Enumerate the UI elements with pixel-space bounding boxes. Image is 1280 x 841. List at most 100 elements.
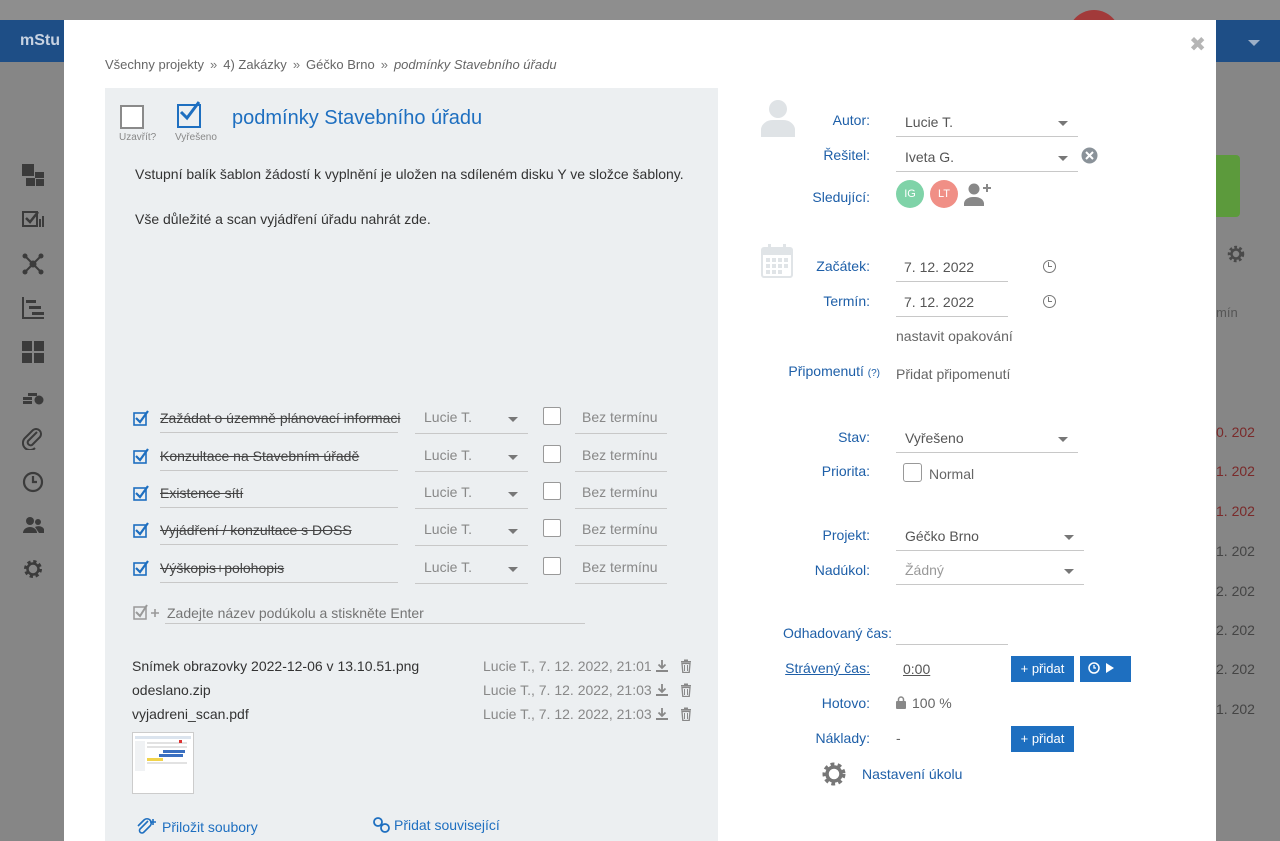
subtask-name[interactable]: Výškopis+polohopis — [160, 560, 284, 576]
tasks-icon[interactable] — [22, 209, 44, 231]
close-icon[interactable]: ✖ — [1189, 32, 1206, 57]
subtask-name[interactable]: Zažádat o územně plánovací informaci — [160, 410, 400, 426]
follower-avatar[interactable]: LT — [930, 180, 958, 208]
subtask-assignee-select[interactable]: Lucie T. — [415, 444, 528, 472]
subtask-row: Vyjádření / konzultace s DOSS Lucie T. Bez… — [133, 518, 693, 548]
subtask-due-checkbox[interactable] — [543, 407, 561, 425]
reminder-help-link[interactable]: (?) — [868, 368, 880, 379]
background-date: 2. 202 — [1216, 583, 1255, 599]
file-name[interactable]: odeslano.zip — [132, 682, 211, 698]
estimate-label: Odhadovaný čas: — [783, 625, 892, 641]
background-date: 1. 202 — [1216, 543, 1255, 559]
resolved-checkbox[interactable] — [177, 101, 201, 128]
breadcrumb-item[interactable]: 4) Zakázky — [223, 57, 287, 72]
subtask-checkbox[interactable] — [133, 560, 149, 576]
file-name[interactable]: Snímek obrazovky 2022-12-06 v 13.10.51.p… — [132, 658, 419, 674]
gantt-icon[interactable] — [22, 297, 44, 319]
spent-time-link[interactable]: Strávený čas: — [750, 660, 870, 676]
subtask-due-input[interactable]: Bez termínu — [575, 406, 667, 434]
status-value: Vyřešeno — [905, 430, 964, 446]
network-icon[interactable] — [22, 253, 44, 275]
file-row: Snímek obrazovky 2022-12-06 v 13.10.51.p… — [132, 656, 692, 678]
subtask-assignee-select[interactable]: Lucie T. — [415, 406, 528, 434]
trash-icon[interactable] — [679, 683, 693, 697]
trash-icon[interactable] — [679, 659, 693, 673]
subtask-checkbox[interactable] — [133, 410, 149, 426]
breadcrumb-item[interactable]: Géčko Brno — [306, 57, 375, 72]
add-follower-icon[interactable] — [964, 182, 992, 206]
follower-avatar[interactable]: IG — [896, 180, 924, 208]
clock-icon[interactable] — [1043, 260, 1056, 273]
coins-icon[interactable] — [22, 384, 44, 406]
priority-checkbox[interactable] — [903, 463, 922, 482]
paperclip-icon[interactable] — [21, 428, 44, 452]
add-time-button[interactable]: + přidat — [1011, 656, 1074, 682]
column-header: mín — [1216, 305, 1238, 320]
file-name[interactable]: vyjadreni_scan.pdf — [132, 706, 249, 722]
breadcrumb-separator: » — [292, 57, 301, 72]
close-task-checkbox[interactable] — [120, 105, 144, 129]
subtask-row: Výškopis+polohopis Lucie T. Bez termínu — [133, 556, 693, 586]
subtask-name[interactable]: Existence sítí — [160, 485, 243, 501]
subtask-checkbox[interactable] — [133, 485, 149, 501]
start-date-input[interactable]: 7. 12. 2022 — [896, 254, 1008, 282]
subtask-due-input[interactable]: Bez termínu — [575, 481, 667, 509]
board-icon[interactable] — [22, 341, 44, 363]
subtask-due-checkbox[interactable] — [543, 557, 561, 575]
new-subtask-input[interactable] — [165, 602, 585, 624]
done-label: Hotovo: — [821, 695, 870, 711]
task-settings-link[interactable]: Nastavení úkolu — [862, 766, 962, 782]
subtask-underline — [160, 582, 398, 583]
attach-files-link[interactable]: Přiložit soubory — [135, 817, 258, 835]
subtask-due-checkbox[interactable] — [543, 482, 561, 500]
parent-task-label: Nadúkol: — [814, 562, 870, 578]
subtask-assignee-select[interactable]: Lucie T. — [415, 518, 528, 546]
subtask-name[interactable]: Konzultace na Stavebním úřadě — [160, 448, 359, 464]
download-icon[interactable] — [655, 707, 669, 721]
start-timer-button[interactable] — [1080, 656, 1131, 682]
subtask-assignee-select[interactable]: Lucie T. — [415, 556, 528, 584]
subtask-name[interactable]: Vyjádření / konzultace s DOSS — [160, 522, 352, 538]
close-task-label: Uzavřít? — [119, 132, 157, 143]
breadcrumb-item[interactable]: Všechny projekty — [105, 57, 204, 72]
download-icon[interactable] — [655, 659, 669, 673]
assignee-select[interactable]: Iveta G. — [896, 144, 1078, 172]
assignee-label: Řešitel: — [823, 147, 870, 163]
set-repeat-link[interactable]: nastavit opakování — [896, 328, 1013, 344]
clock-icon[interactable] — [1043, 295, 1056, 308]
due-date-input[interactable]: 7. 12. 2022 — [896, 289, 1008, 317]
subtask-checkbox[interactable] — [133, 522, 149, 538]
chevron-down-icon[interactable] — [1248, 40, 1260, 46]
project-select[interactable]: Géčko Brno — [896, 523, 1084, 551]
download-icon[interactable] — [655, 683, 669, 697]
add-reminder-link[interactable]: Přidat připomenutí — [896, 366, 1010, 382]
author-select[interactable]: Lucie T. — [896, 109, 1078, 137]
subtask-assignee: Lucie T. — [424, 409, 472, 425]
spent-time-value[interactable]: 0:00 — [903, 661, 930, 677]
subtask-checkbox[interactable] — [133, 448, 149, 464]
clear-assignee-icon[interactable] — [1081, 147, 1098, 164]
subtask-due-checkbox[interactable] — [543, 519, 561, 537]
app-brand: mStu — [20, 32, 60, 49]
clock-icon[interactable] — [22, 471, 44, 493]
subtask-due-input[interactable]: Bez termínu — [575, 556, 667, 584]
users-icon[interactable] — [22, 514, 45, 536]
task-title[interactable]: podmínky Stavebního úřadu — [232, 107, 482, 130]
chevron-down-icon — [508, 417, 518, 422]
settings-gear-icon[interactable] — [22, 558, 44, 580]
subtask-due-input[interactable]: Bez termínu — [575, 444, 667, 472]
parent-task-select[interactable]: Žádný — [896, 557, 1084, 585]
subtask-assignee-select[interactable]: Lucie T. — [415, 481, 528, 509]
subtask-due-checkbox[interactable] — [543, 445, 561, 463]
add-related-link[interactable]: Přidat související — [373, 817, 500, 833]
task-main-panel: Uzavřít? Vyřešeno podmínky Stavebního úř… — [105, 88, 718, 841]
subtask-assignee: Lucie T. — [424, 447, 472, 463]
dashboard-icon[interactable] — [22, 164, 44, 186]
subtask-due-input[interactable]: Bez termínu — [575, 518, 667, 546]
status-select[interactable]: Vyřešeno — [896, 425, 1078, 453]
file-thumbnail[interactable] — [132, 732, 194, 794]
status-label: Stav: — [838, 429, 870, 445]
trash-icon[interactable] — [679, 707, 693, 721]
estimate-input[interactable] — [896, 617, 1008, 645]
add-cost-button[interactable]: + přidat — [1011, 726, 1074, 752]
